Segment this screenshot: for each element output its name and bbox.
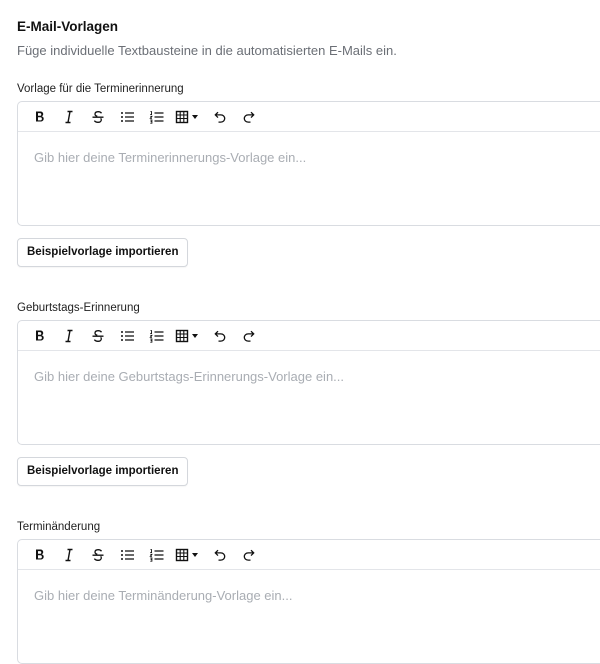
bullet-list-button[interactable]: [116, 544, 138, 566]
redo-icon: [243, 111, 255, 123]
template-terminaenderung: Terminänderung Gib hier deine Terminände…: [17, 520, 600, 664]
bold-icon: [36, 111, 44, 121]
table-icon: [175, 110, 198, 123]
strikethrough-icon: [92, 329, 104, 342]
bullet-list-icon: [120, 111, 134, 122]
bold-button[interactable]: [29, 106, 51, 128]
template-label: Terminänderung: [17, 521, 101, 533]
undo-button[interactable]: [209, 325, 231, 347]
italic-button[interactable]: [58, 544, 80, 566]
undo-icon: [214, 549, 226, 561]
numbered-list-icon: [148, 548, 163, 562]
undo-icon: [214, 330, 226, 342]
strikethrough-button[interactable]: [87, 325, 109, 347]
numbered-list-button[interactable]: [145, 325, 167, 347]
rich-text-editor: Gib hier deine Terminerinnerungs-Vorlage…: [17, 101, 600, 226]
italic-icon: [65, 110, 73, 123]
editor-placeholder: Gib hier deine Terminänderung-Vorlage ei…: [34, 588, 293, 603]
numbered-list-icon: [148, 329, 163, 343]
bold-button[interactable]: [29, 544, 51, 566]
strikethrough-icon: [92, 548, 104, 561]
numbered-list-button[interactable]: [145, 106, 167, 128]
template-label: Vorlage für die Terminerinnerung: [17, 83, 184, 95]
strikethrough-button[interactable]: [87, 106, 109, 128]
numbered-list-icon: [148, 110, 163, 124]
italic-button[interactable]: [58, 325, 80, 347]
template-label: Geburtstags-Erinnerung: [17, 302, 140, 314]
redo-button[interactable]: [238, 106, 260, 128]
bullet-list-icon: [120, 549, 134, 560]
template-geburtstag: Geburtstags-Erinnerung Gib hier deine Ge…: [17, 301, 600, 486]
italic-button[interactable]: [58, 106, 80, 128]
bold-icon: [36, 330, 44, 340]
rich-text-editor: Gib hier deine Terminänderung-Vorlage ei…: [17, 539, 600, 664]
redo-icon: [243, 330, 255, 342]
table-icon: [175, 329, 198, 342]
import-sample-button[interactable]: Beispielvorlage importieren: [17, 457, 189, 486]
editor-placeholder: Gib hier deine Geburtstags-Erinnerungs-V…: [34, 369, 345, 384]
import-sample-button[interactable]: Beispielvorlage importieren: [17, 238, 189, 267]
table-button[interactable]: [174, 106, 202, 128]
editor-content[interactable]: Gib hier deine Geburtstags-Erinnerungs-V…: [18, 351, 600, 444]
editor-content[interactable]: Gib hier deine Terminerinnerungs-Vorlage…: [18, 132, 600, 225]
bold-icon: [36, 549, 44, 559]
table-icon: [175, 548, 198, 561]
numbered-list-button[interactable]: [145, 544, 167, 566]
table-button[interactable]: [174, 544, 202, 566]
bullet-list-button[interactable]: [116, 325, 138, 347]
bullet-list-button[interactable]: [116, 106, 138, 128]
redo-button[interactable]: [238, 325, 260, 347]
redo-icon: [243, 549, 255, 561]
strikethrough-icon: [92, 110, 104, 123]
undo-icon: [214, 111, 226, 123]
italic-icon: [65, 548, 73, 561]
template-terminerinnerung: Vorlage für die Terminerinnerung Gib hie…: [17, 82, 600, 267]
table-button[interactable]: [174, 325, 202, 347]
editor-content[interactable]: Gib hier deine Terminänderung-Vorlage ei…: [18, 570, 600, 663]
italic-icon: [65, 329, 73, 342]
undo-button[interactable]: [209, 106, 231, 128]
bold-button[interactable]: [29, 325, 51, 347]
editor-toolbar: [18, 321, 600, 351]
editor-toolbar: [18, 540, 600, 570]
redo-button[interactable]: [238, 544, 260, 566]
bullet-list-icon: [120, 330, 134, 341]
editor-toolbar: [18, 102, 600, 132]
undo-button[interactable]: [209, 544, 231, 566]
editor-placeholder: Gib hier deine Terminerinnerungs-Vorlage…: [34, 150, 307, 165]
strikethrough-button[interactable]: [87, 544, 109, 566]
rich-text-editor: Gib hier deine Geburtstags-Erinnerungs-V…: [17, 320, 600, 445]
section-title: E-Mail-Vorlagen: [17, 19, 119, 34]
section-description: Füge individuelle Textbausteine in die a…: [17, 43, 397, 58]
